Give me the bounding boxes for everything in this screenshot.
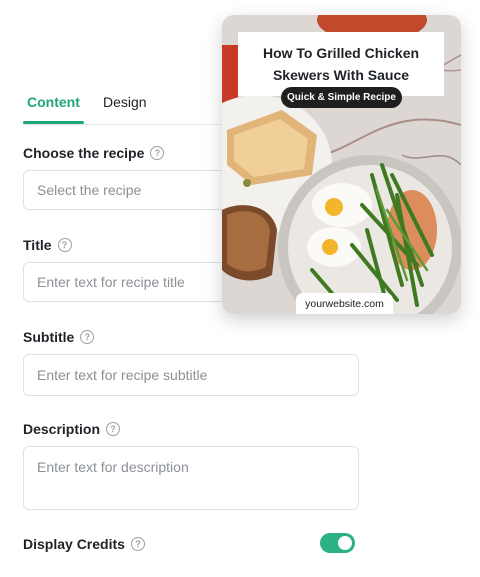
- help-icon[interactable]: ?: [80, 330, 95, 344]
- help-icon[interactable]: ?: [130, 537, 145, 551]
- subtitle-input[interactable]: [24, 355, 358, 395]
- help-icon[interactable]: ?: [57, 238, 72, 252]
- description-label: Description: [23, 421, 101, 437]
- tab-design[interactable]: Design: [103, 94, 147, 110]
- subtitle-field[interactable]: [23, 354, 359, 396]
- recipe-label-row: Choose the recipe ?: [23, 145, 165, 161]
- subtitle-label-row: Subtitle ?: [23, 329, 95, 345]
- recipe-preview-card: How To Grilled Chicken Skewers With Sauc…: [222, 15, 461, 314]
- help-icon[interactable]: ?: [150, 146, 165, 160]
- credits-label-row: Display Credits ?: [23, 536, 145, 552]
- credits-label: Display Credits: [23, 536, 125, 552]
- preview-website: yourwebsite.com: [296, 293, 393, 314]
- description-input[interactable]: [24, 447, 358, 509]
- subtitle-label: Subtitle: [23, 329, 75, 345]
- active-tab-indicator: [23, 121, 84, 124]
- recipe-label: Choose the recipe: [23, 145, 145, 161]
- preview-badge: Quick & Simple Recipe: [281, 87, 402, 108]
- credits-toggle[interactable]: [320, 533, 355, 553]
- tab-content[interactable]: Content: [27, 94, 80, 110]
- title-label: Title: [23, 237, 52, 253]
- toggle-knob: [338, 536, 352, 550]
- description-label-row: Description ?: [23, 421, 121, 437]
- help-icon[interactable]: ?: [106, 422, 121, 436]
- description-field[interactable]: [23, 446, 359, 510]
- title-label-row: Title ?: [23, 237, 72, 253]
